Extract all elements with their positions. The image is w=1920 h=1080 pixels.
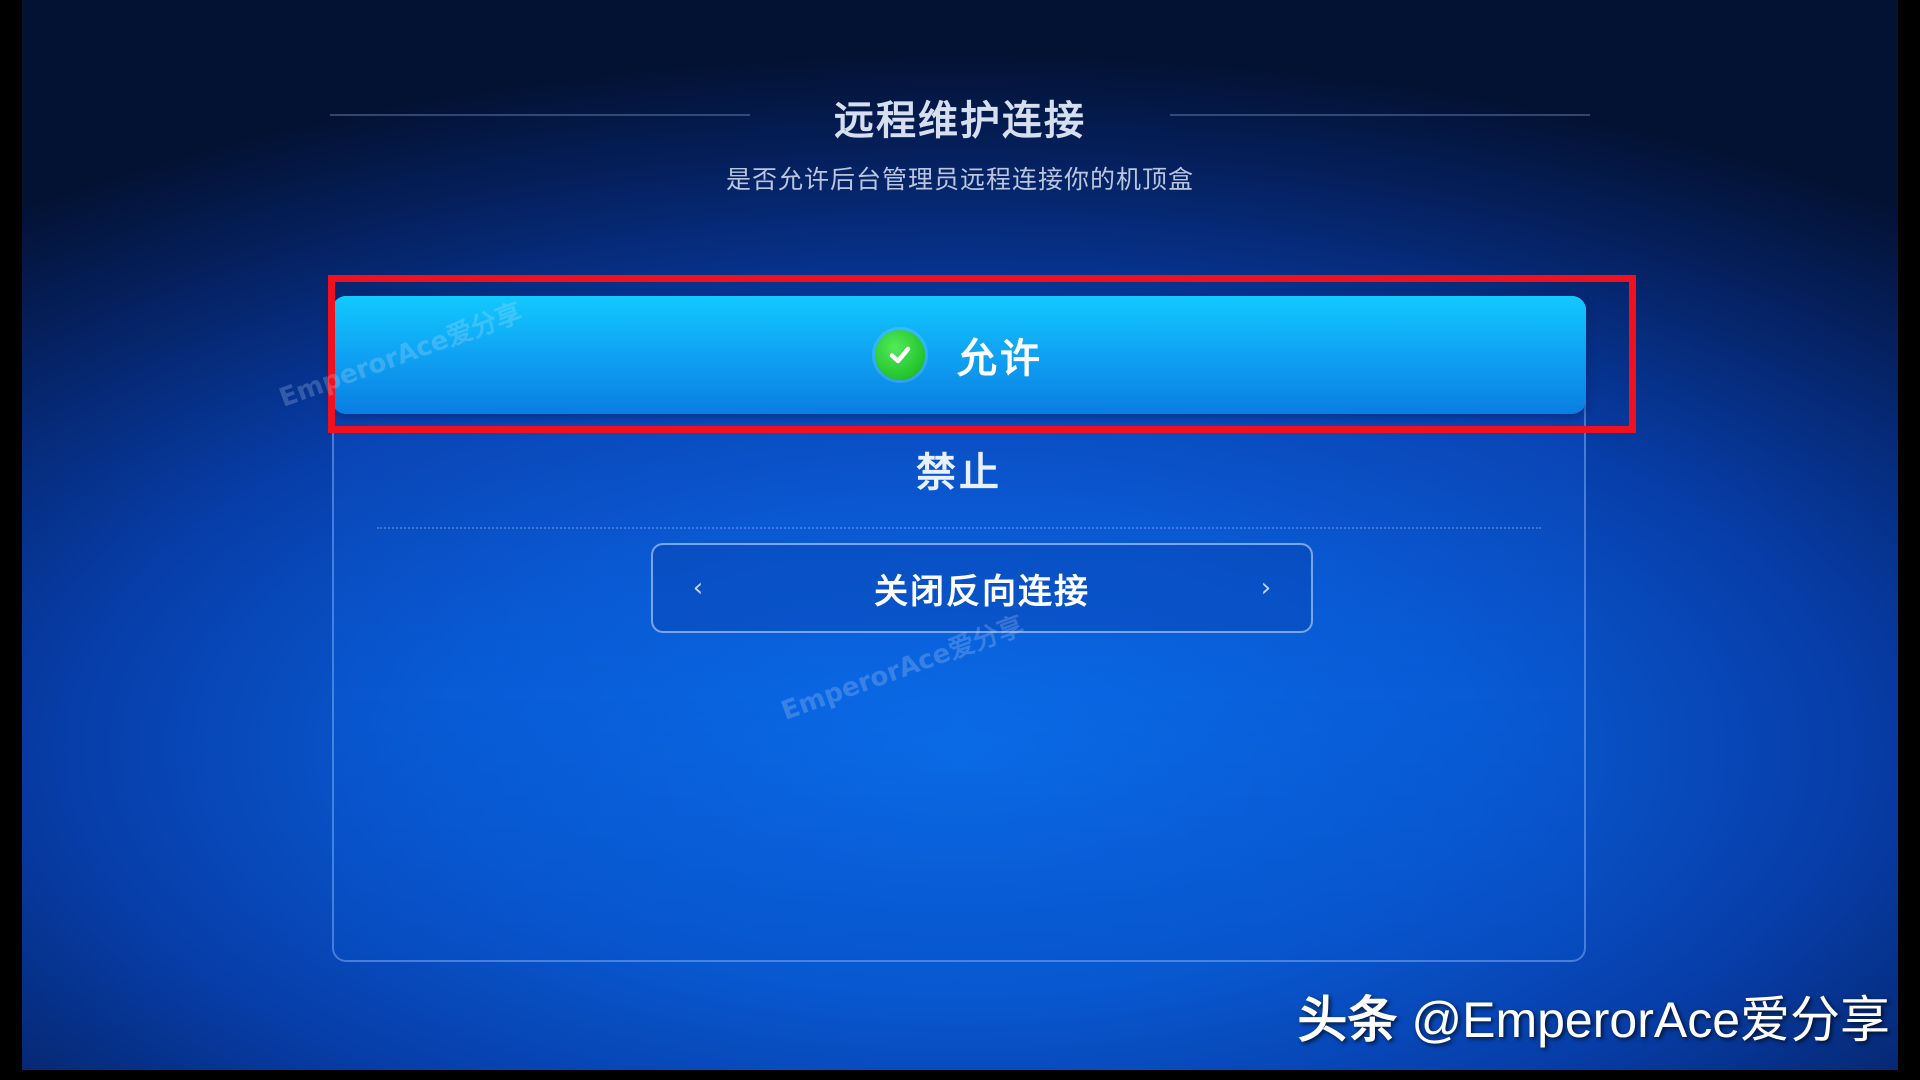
chevron-right-icon[interactable]: ›	[1251, 573, 1281, 603]
highlight-box	[328, 275, 1636, 433]
attribution-source: 头条	[1297, 992, 1398, 1048]
attribution-handle: @EmperorAce爱分享	[1411, 992, 1890, 1048]
dialog-subtitle: 是否允许后台管理员远程连接你的机顶盒	[725, 165, 1194, 194]
reverse-connection-value: 关闭反向连接	[874, 571, 1090, 612]
attribution: 头条 @EmperorAce爱分享	[1297, 980, 1890, 1052]
forbid-option-label: 禁止	[916, 450, 1002, 496]
tv-screen: 远程维护连接 是否允许后台管理员远程连接你的机顶盒 允许 禁止 ‹ 关闭反向连接…	[22, 0, 1898, 1070]
options-divider	[377, 527, 1541, 529]
dialog-title: 远程维护连接	[834, 98, 1086, 144]
chevron-left-icon[interactable]: ‹	[683, 573, 713, 603]
